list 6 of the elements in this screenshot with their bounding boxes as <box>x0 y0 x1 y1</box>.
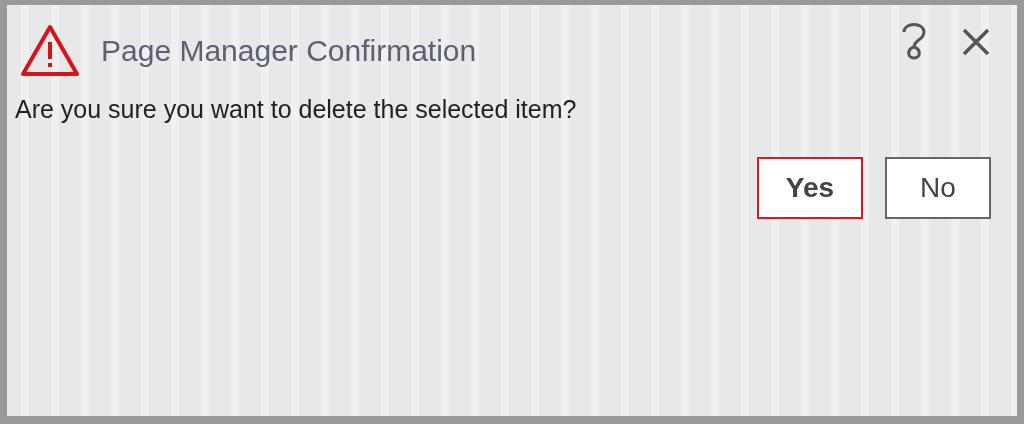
message-text: Are you sure you want to delete the selected item? <box>15 95 578 124</box>
warning-icon <box>19 23 81 79</box>
dialog-button[interactable]: Yes <box>757 157 863 219</box>
dialog-button[interactable]: No <box>885 157 991 219</box>
dialog-title: Page Manager Confirmation <box>101 34 477 68</box>
close-icon[interactable] <box>961 27 991 57</box>
